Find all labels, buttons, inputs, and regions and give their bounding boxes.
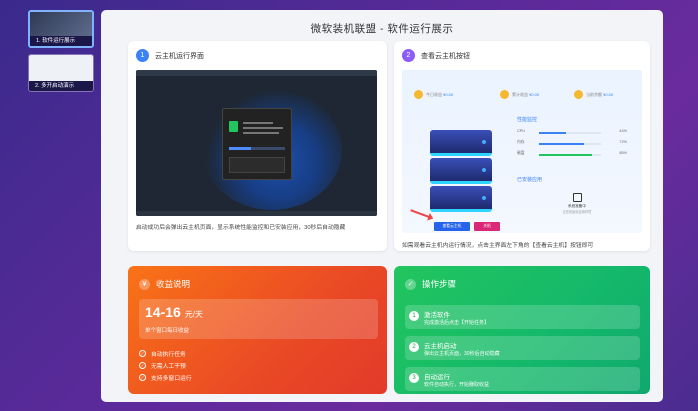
slide-title: 微软装机联盟 - 软件运行展示 bbox=[310, 23, 454, 35]
check-circle-icon: ✓ bbox=[139, 362, 146, 369]
money-icon: ¥ bbox=[139, 278, 150, 290]
card-header: ¥ 收益说明 bbox=[139, 278, 190, 290]
income-title: 收益说明 bbox=[156, 279, 191, 289]
cloud-host-screenshot bbox=[136, 70, 377, 216]
performance-title: 性能监控 bbox=[517, 117, 538, 123]
step-item: 2 云主机启动 弹出云主机页面，30秒后自动隐藏 bbox=[405, 336, 640, 360]
step-number-badge: 2 bbox=[402, 49, 415, 62]
coin-icon bbox=[414, 90, 423, 99]
step-number: 3 bbox=[409, 373, 419, 383]
feature-item: ✓ 支持多窗口运行 bbox=[139, 374, 192, 382]
pointer-arrow-icon bbox=[410, 209, 432, 219]
step-number: 2 bbox=[409, 342, 419, 352]
steps-title: 操作步骤 bbox=[422, 279, 457, 289]
stat-total: 累计收益 ¥0.00 bbox=[512, 92, 540, 97]
income-card: ¥ 收益说明 14-16 元/天 单个窗口每日收益 ✓ 自动执行任务 ✓ 无需人… bbox=[128, 266, 387, 394]
step-description: 完成激活后点击【开始任务】 bbox=[424, 320, 490, 326]
installed-apps-title: 已安装应用 bbox=[517, 177, 543, 183]
screenshot-topbar bbox=[136, 70, 377, 76]
stat-balance: 当前余额 ¥0.00 bbox=[586, 92, 614, 97]
main-ui-screenshot: 今日收益 ¥0.00 累计收益 ¥0.00 当前余额 ¥0.00 性能监控 CP… bbox=[402, 70, 642, 233]
step-description: 弹出云主机页面，30秒后自动隐藏 bbox=[424, 351, 500, 357]
price-value: 14-16 元/天 bbox=[145, 304, 203, 320]
card-header: 2 查看云主机按钮 bbox=[402, 49, 470, 62]
step-item: 3 自动运行 软件自动执行，开始赚取收益 bbox=[405, 367, 640, 391]
step-number: 1 bbox=[409, 311, 419, 321]
coin-icon bbox=[500, 90, 509, 99]
cloud-host-dialog bbox=[222, 108, 292, 180]
feature-item: ✓ 自动执行任务 bbox=[139, 350, 186, 358]
app-logo-icon bbox=[229, 121, 238, 132]
check-icon: ✓ bbox=[405, 278, 416, 290]
steps-card: ✓ 操作步骤 1 激活软件 完成激活后点击【开始任务】 2 云主机启动 弹出云主… bbox=[394, 266, 650, 394]
card-view-host-button: 2 查看云主机按钮 今日收益 ¥0.00 累计收益 ¥0.00 当前余额 ¥0.… bbox=[394, 41, 650, 251]
card-header: 1 云主机运行界面 bbox=[136, 49, 204, 62]
thumbnail-preview bbox=[30, 12, 92, 36]
card-header: ✓ 操作步骤 bbox=[405, 278, 456, 290]
check-circle-icon: ✓ bbox=[139, 374, 146, 381]
check-circle-icon: ✓ bbox=[139, 350, 146, 357]
view-host-button[interactable]: 查看云主机 bbox=[434, 222, 470, 231]
thumbnail-preview bbox=[29, 55, 93, 81]
app-placeholder-icon bbox=[572, 193, 582, 202]
progress-bar bbox=[229, 147, 285, 150]
card-cloud-host-ui: 1 云主机运行界面 启动成功后会弹出云主机页面，显示系统性能监控和已安装应用，3… bbox=[128, 41, 387, 251]
slide-thumbnails: 1. 软件运行展示 2. 多开启动演示 bbox=[28, 10, 94, 98]
metric-row: CPU 44% bbox=[517, 129, 627, 134]
metric-row: 磁盘 85% bbox=[517, 151, 627, 156]
card-heading: 云主机运行界面 bbox=[155, 52, 204, 60]
thumbnail-label: 2. 多开启动演示 bbox=[29, 81, 93, 91]
card-caption: 如需观看云主机内运行情况，点击主界面左下角的【查看云主机】按钮即可 bbox=[402, 243, 594, 249]
coin-icon bbox=[574, 90, 583, 99]
price-box: 14-16 元/天 单个窗口每日收益 bbox=[139, 299, 378, 339]
app-tile: 系统准备中 正在初始化应用环境 bbox=[562, 193, 592, 214]
metric-row: 内存 72% bbox=[517, 140, 627, 145]
feature-item: ✓ 无需人工干预 bbox=[139, 362, 186, 370]
step-description: 软件自动执行，开始赚取收益 bbox=[424, 382, 490, 388]
log-box bbox=[229, 157, 285, 173]
step-number-badge: 1 bbox=[136, 49, 149, 62]
step-title: 云主机启动 bbox=[424, 343, 457, 350]
card-caption: 启动成功后会弹出云主机页面，显示系统性能监控和已安装应用，30秒后自动隐藏 bbox=[136, 225, 346, 231]
card-heading: 查看云主机按钮 bbox=[421, 52, 470, 60]
stat-today: 今日收益 ¥0.00 bbox=[426, 92, 454, 97]
server-illustration bbox=[430, 130, 492, 214]
thumbnail-1[interactable]: 1. 软件运行展示 bbox=[28, 10, 94, 48]
screenshot-taskbar bbox=[136, 211, 377, 216]
thumbnail-2[interactable]: 2. 多开启动演示 bbox=[28, 54, 94, 92]
shutdown-button[interactable]: 关机 bbox=[474, 222, 500, 231]
price-subtitle: 单个窗口每日收益 bbox=[145, 328, 190, 334]
thumbnail-label: 1. 软件运行展示 bbox=[30, 36, 92, 46]
step-title: 激活软件 bbox=[424, 312, 450, 319]
slide-canvas: 微软装机联盟 - 软件运行展示 1 云主机运行界面 启动成功后会弹出云主机页面，… bbox=[101, 10, 663, 402]
step-item: 1 激活软件 完成激活后点击【开始任务】 bbox=[405, 305, 640, 329]
step-title: 自动运行 bbox=[424, 374, 450, 381]
